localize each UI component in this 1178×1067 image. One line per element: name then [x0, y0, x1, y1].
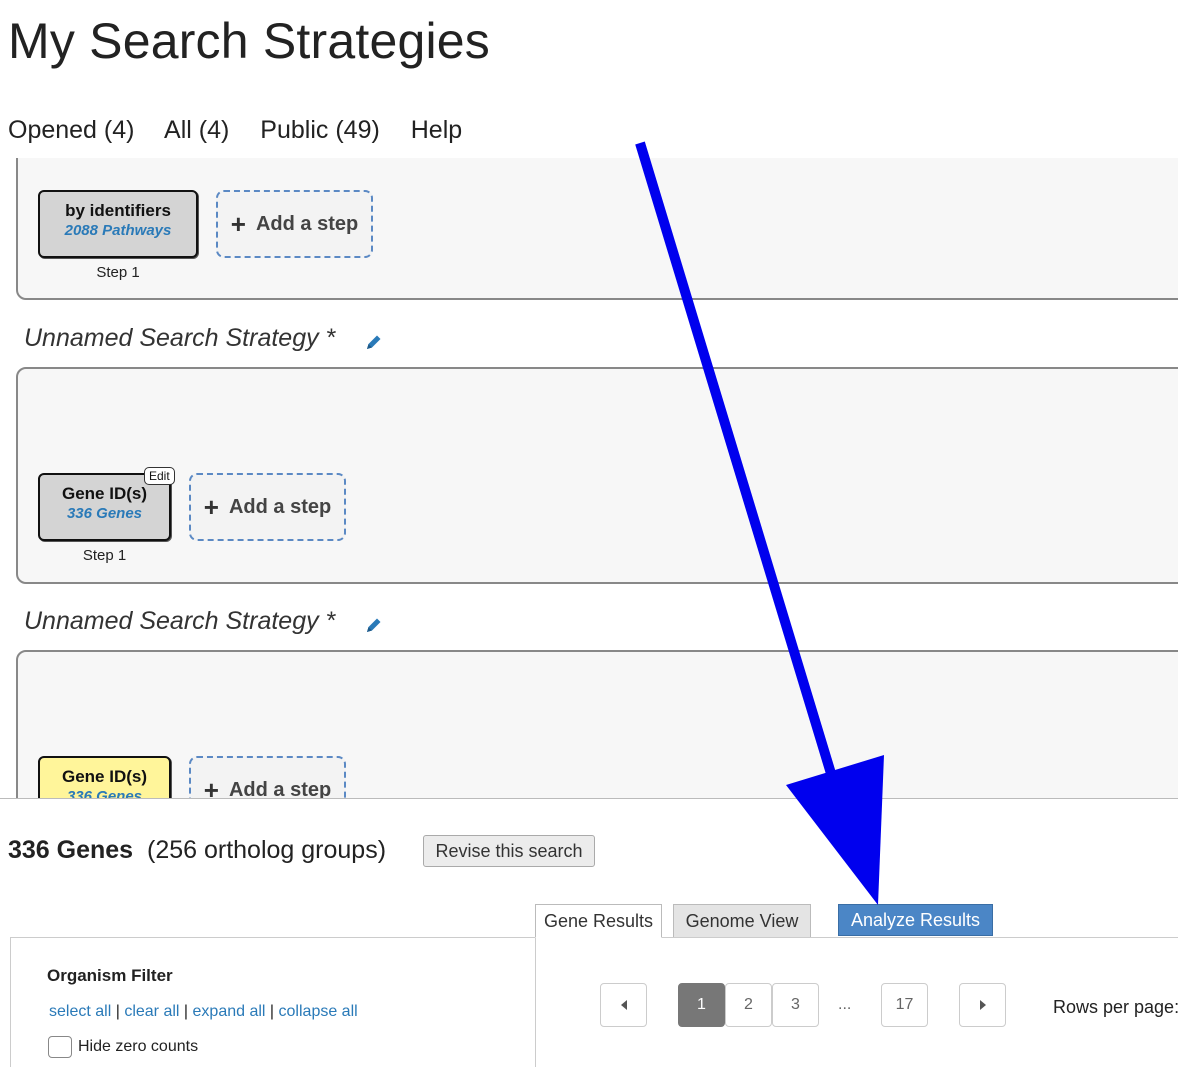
strategies-scroll-panel[interactable]: by identifiers 2088 Pathways Step 1 + Ad…	[0, 158, 1178, 799]
step-count-link[interactable]: 336 Genes	[40, 504, 169, 524]
plus-icon: +	[203, 491, 219, 522]
strategy-panel-3: Gene ID(s) 336 Genes + Add a step	[16, 650, 1178, 799]
results-groups: (256 ortholog groups)	[147, 836, 387, 864]
strategy-name: Unnamed Search Strategy *	[24, 324, 336, 352]
strategy-name: Unnamed Search Strategy *	[24, 607, 336, 635]
caret-left-icon	[620, 1000, 627, 1010]
step-count-link[interactable]: 2088 Pathways	[40, 221, 196, 241]
hide-zero-label: Hide zero counts	[78, 1038, 199, 1055]
results-heading: 336 Genes (256 ortholog groups)	[8, 836, 386, 865]
pager-page-last[interactable]: 17	[881, 983, 928, 1027]
plus-icon: +	[230, 208, 246, 239]
edit-step-button[interactable]: Edit	[144, 467, 175, 485]
tab-opened[interactable]: Opened (4)	[8, 116, 134, 144]
step-box-gene-ids-active[interactable]: Gene ID(s) 336 Genes	[38, 756, 171, 798]
pager-next-button[interactable]	[959, 983, 1006, 1027]
tab-analyze-results[interactable]: Analyze Results	[838, 904, 993, 936]
caret-right-icon	[979, 1000, 986, 1010]
expand-all-link[interactable]: expand all	[193, 1003, 266, 1020]
collapse-all-link[interactable]: collapse all	[279, 1003, 358, 1020]
strategy-panel-1: by identifiers 2088 Pathways Step 1 + Ad…	[16, 158, 1178, 300]
filter-links: select all | clear all | expand all | co…	[49, 1003, 358, 1020]
step-count-link[interactable]: 336 Genes	[40, 787, 169, 798]
step-label: Step 1	[82, 547, 127, 564]
step-label: Step 1	[96, 264, 140, 281]
strategy-panel-2: Gene ID(s) 336 Genes Edit Step 1 + Add a…	[16, 367, 1178, 584]
pager-prev-button[interactable]	[600, 983, 647, 1027]
select-all-link[interactable]: select all	[49, 1003, 111, 1020]
results-count: 336 Genes	[8, 836, 134, 864]
page-title: My Search Strategies	[8, 13, 490, 69]
pager-page-1[interactable]: 1	[678, 983, 725, 1027]
step-box-by-identifiers[interactable]: by identifiers 2088 Pathways	[38, 190, 198, 258]
plus-icon: +	[203, 774, 219, 799]
rows-per-page-label: Rows per page:	[1053, 997, 1178, 1017]
pager-page-2[interactable]: 2	[725, 983, 772, 1027]
step-name: Gene ID(s)	[61, 484, 148, 503]
add-step-button[interactable]: + Add a step	[189, 473, 346, 541]
step-name: by identifiers	[65, 201, 171, 220]
strategy-tabs-nav: Opened (4) All (4) Public (49) Help	[8, 116, 486, 145]
hide-zero-checkbox[interactable]	[48, 1036, 72, 1058]
tab-public[interactable]: Public (49)	[260, 116, 380, 144]
pager-page-3[interactable]: 3	[772, 983, 819, 1027]
organism-filter-title: Organism Filter	[47, 966, 173, 985]
clear-all-link[interactable]: clear all	[124, 1003, 179, 1020]
pencil-icon[interactable]	[364, 332, 384, 352]
revise-search-button[interactable]: Revise this search	[423, 835, 595, 867]
tab-genome-view[interactable]: Genome View	[673, 904, 811, 938]
hide-zero-counts[interactable]: Hide zero counts	[48, 1036, 198, 1058]
tab-all[interactable]: All (4)	[164, 116, 229, 144]
tab-gene-results[interactable]: Gene Results	[535, 904, 662, 938]
pencil-icon[interactable]	[364, 615, 384, 635]
step-name: Gene ID(s)	[61, 767, 148, 786]
pager-ellipsis: ...	[838, 996, 852, 1013]
add-step-button[interactable]: + Add a step	[189, 756, 346, 799]
add-step-button[interactable]: + Add a step	[216, 190, 373, 258]
tab-help[interactable]: Help	[411, 116, 462, 144]
